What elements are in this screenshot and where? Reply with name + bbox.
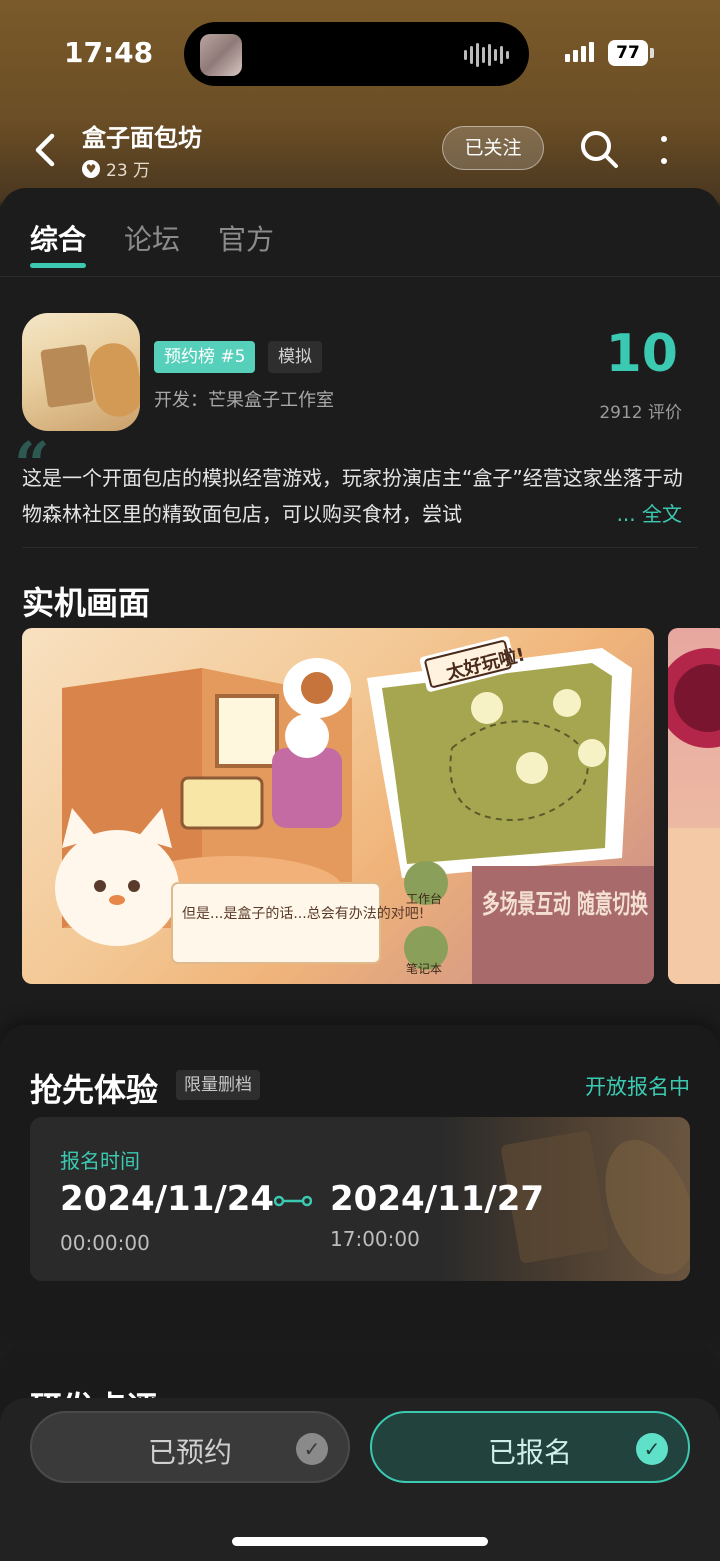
rank-badge[interactable]: 预约榜 #5: [154, 341, 256, 373]
tab-overview[interactable]: 综合: [30, 218, 87, 268]
genre-tag[interactable]: 模拟: [268, 341, 322, 373]
rating-count[interactable]: 2912 评价: [599, 398, 682, 423]
screenshot-caption-right: 多场景互动 随意切换: [482, 889, 649, 920]
now-playing-thumbnail: [200, 34, 242, 76]
battery-tip: [650, 48, 654, 58]
gameplay-screenshot-next[interactable]: [668, 628, 720, 984]
battery-icon: 77: [608, 40, 648, 66]
early-access-tag: 限量删档: [176, 1070, 260, 1100]
app-screen: 17:48 77 盒子面包坊 ♥ 23 万 已关注 综合 论坛 官方 预约榜 #…: [0, 0, 720, 1561]
follow-button[interactable]: 已关注: [442, 126, 544, 170]
page-header: 盒子面包坊 ♥ 23 万 已关注: [0, 110, 720, 190]
home-indicator[interactable]: [232, 1537, 488, 1546]
start-time: 00:00:00: [60, 1231, 150, 1255]
tab-official[interactable]: 官方: [218, 218, 274, 268]
reserved-button[interactable]: 已预约 ✓: [30, 1411, 350, 1483]
screenshot-illustration: 太好玩啦! 但是...是盒子的话...总会有办法的对吧! 多场景互动 随意切换 …: [55, 636, 654, 984]
screenshot-side-label-2: 笔记本: [406, 961, 442, 976]
divider: [22, 547, 698, 548]
page-title: 盒子面包坊: [82, 124, 202, 152]
signal-icon: [565, 42, 594, 62]
end-date: 2024/11/27: [330, 1179, 545, 1219]
check-icon: ✓: [296, 1433, 328, 1465]
app-icon-bread: [84, 338, 140, 422]
status-bar: 17:48 77: [0, 0, 720, 100]
screenshot-side-label-1: 工作台: [406, 891, 442, 906]
early-access-card: 抢先体验 限量删档 开放报名中 报名时间 2024/11/24 00:00:00…: [0, 1025, 720, 1335]
signup-time-panel[interactable]: 报名时间 2024/11/24 00:00:00 2024/11/27 17:0…: [30, 1117, 690, 1281]
divider: [0, 276, 720, 277]
gameplay-screenshot[interactable]: 太好玩啦! 但是...是盒子的话...总会有办法的对吧! 多场景互动 随意切换 …: [22, 628, 654, 984]
developer-label[interactable]: 开发：芒果盒子工作室: [154, 386, 334, 412]
audio-wave-icon: [464, 42, 509, 68]
early-access-title: 抢先体验: [30, 1071, 159, 1109]
game-app-icon[interactable]: [22, 313, 140, 431]
check-icon: ✓: [636, 1433, 668, 1465]
heart-icon: ♥: [82, 159, 100, 178]
end-time: 17:00:00: [330, 1227, 420, 1251]
section-title-screenshots: 实机画面: [22, 584, 151, 622]
tab-forum[interactable]: 论坛: [124, 218, 180, 268]
screenshot-caption-bubble: 但是...是盒子的话...总会有办法的对吧!: [182, 905, 424, 922]
follower-count: ♥ 23 万: [82, 156, 150, 181]
dynamic-island[interactable]: [184, 22, 529, 86]
app-icon-box: [40, 344, 94, 408]
game-description: 这是一个开面包店的模拟经营游戏，玩家扮演店主“盒子”经营这家坐落于动物森林社区里…: [22, 466, 683, 526]
signup-time-label: 报名时间: [60, 1149, 140, 1173]
read-more-link[interactable]: ... 全文: [612, 496, 682, 532]
early-access-status[interactable]: 开放报名中: [585, 1071, 690, 1101]
tab-bar: 综合 论坛 官方: [30, 218, 274, 268]
status-time: 17:48: [64, 36, 154, 69]
start-date: 2024/11/24: [60, 1179, 275, 1219]
back-icon[interactable]: [30, 130, 60, 170]
date-range-connector-icon: [274, 1195, 312, 1207]
screenshot-next-illustration: [668, 648, 720, 984]
bottom-action-bar: 已预约 ✓ 已报名 ✓: [0, 1398, 720, 1561]
search-icon[interactable]: [578, 128, 620, 170]
registered-button[interactable]: 已报名 ✓: [370, 1411, 690, 1483]
more-options-icon[interactable]: [650, 130, 678, 170]
rating-score[interactable]: 10: [606, 324, 678, 384]
follower-count-text: 23 万: [106, 161, 151, 181]
